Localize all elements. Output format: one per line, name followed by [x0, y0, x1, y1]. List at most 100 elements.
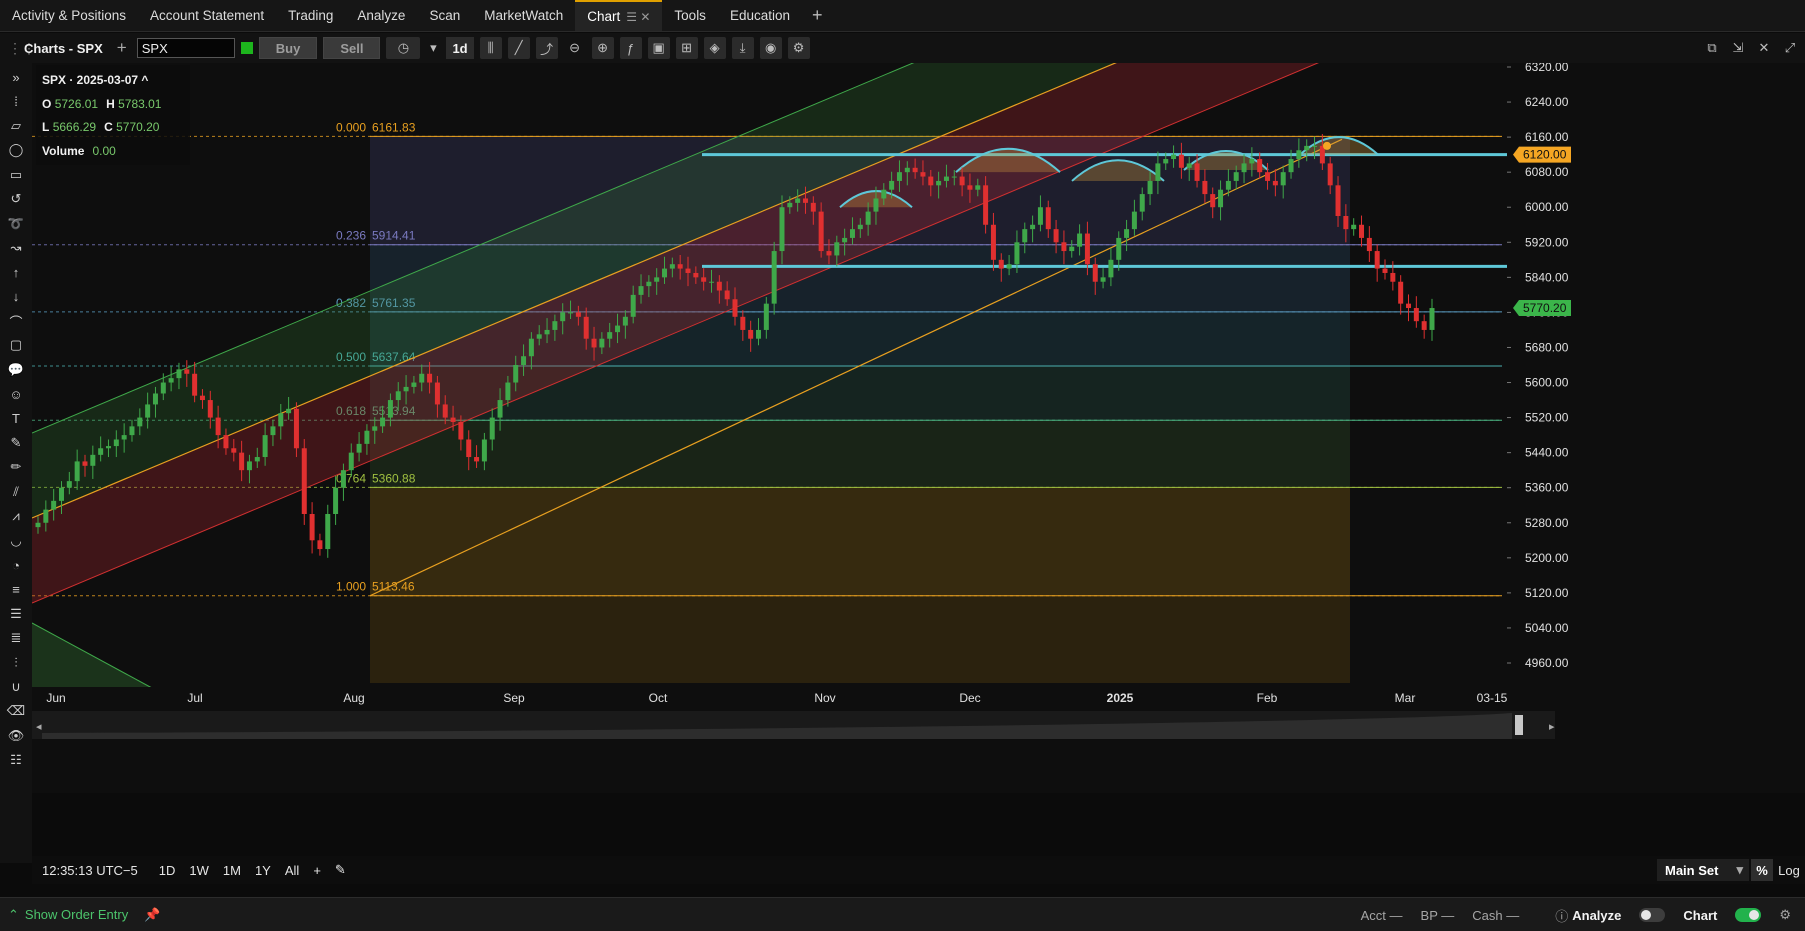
candle-body: [192, 373, 198, 396]
candle-body: [434, 382, 440, 405]
curve-icon[interactable]: ⌒: [3, 309, 29, 333]
expand-tools-icon[interactable]: »: [3, 65, 29, 89]
fib-level-label: 0.236: [336, 229, 366, 243]
clock-icon[interactable]: ◷: [386, 37, 421, 59]
candle-body: [810, 202, 816, 212]
candle-body: [1390, 272, 1396, 282]
tab-analyze[interactable]: Analyze: [345, 0, 417, 31]
price-tick-label: 4960.00: [1525, 656, 1569, 670]
chart-toggle[interactable]: [1735, 908, 1762, 922]
tab-trading[interactable]: Trading: [276, 0, 345, 31]
candle-body: [497, 400, 503, 418]
add-tab-icon[interactable]: +: [802, 0, 833, 31]
emoji-icon[interactable]: ☺: [3, 382, 29, 406]
main-set-select[interactable]: Main Set ▾: [1657, 859, 1749, 881]
eye-icon[interactable]: 👁: [3, 724, 29, 748]
trendline-icon[interactable]: ╱: [507, 37, 530, 59]
function-icon[interactable]: ƒ: [619, 37, 642, 59]
zoom-out-icon[interactable]: ⊖: [564, 37, 586, 59]
pitchfork-icon[interactable]: ⫽: [3, 480, 29, 504]
edit-range-icon[interactable]: ✎: [330, 862, 351, 878]
settings-icon[interactable]: ⚙: [1779, 907, 1791, 923]
zoom-in-icon[interactable]: ⊕: [591, 37, 614, 59]
studies-icon[interactable]: ⤴: [535, 37, 558, 59]
tab-education[interactable]: Education: [718, 0, 802, 31]
fib-arc-icon[interactable]: ◡: [3, 528, 29, 552]
price-tick-label: 5280.00: [1525, 516, 1569, 530]
add-chart-icon[interactable]: +: [113, 38, 131, 58]
download-icon[interactable]: ⤓: [731, 37, 754, 59]
layers-icon[interactable]: ◈: [703, 37, 726, 59]
arrow-up-icon[interactable]: ↑: [3, 260, 29, 284]
tab-tools[interactable]: Tools: [662, 0, 718, 31]
vertical-line-icon[interactable]: ⁞: [3, 89, 29, 113]
fib-circle-icon[interactable]: ◔: [3, 553, 29, 577]
symbol-input[interactable]: [136, 38, 235, 58]
price-chart[interactable]: 0.0006161.830.2365914.410.3825761.350.50…: [32, 63, 1805, 793]
range-all[interactable]: All: [280, 863, 304, 878]
ohlc-header[interactable]: SPX · 2025-03-07 ^: [42, 69, 148, 93]
candle-body: [1037, 207, 1043, 225]
ellipse-icon[interactable]: ◯: [3, 138, 29, 162]
close-icon[interactable]: ✕: [1753, 37, 1775, 59]
fib-timezone-icon[interactable]: ≣: [3, 626, 29, 650]
comment-icon[interactable]: 💬: [3, 358, 29, 382]
chart-style-icon[interactable]: ⫼: [479, 37, 502, 59]
gann-fan-icon[interactable]: ⩘: [3, 504, 29, 528]
rectangle-icon[interactable]: ▭: [3, 163, 29, 187]
pin-icon[interactable]: 📌: [144, 907, 160, 923]
tab-account-statement[interactable]: Account Statement: [138, 0, 276, 31]
chevron-down-icon[interactable]: ▾: [426, 37, 440, 59]
image-icon[interactable]: ▣: [647, 37, 670, 59]
range-1m[interactable]: 1M: [218, 863, 246, 878]
show-order-entry[interactable]: ⌃ Show Order Entry 📌: [8, 907, 160, 923]
tab-menu-icon[interactable]: ☰ ✕: [626, 10, 650, 24]
arrow-down-icon[interactable]: ↓: [3, 285, 29, 309]
info-icon[interactable]: ⓘ: [1555, 906, 1568, 925]
drag-handle-icon[interactable]: ⋮⋮: [8, 40, 36, 57]
stack-icon[interactable]: ☷: [3, 748, 29, 772]
arc-icon[interactable]: ↺: [3, 187, 29, 211]
candle-body: [239, 452, 245, 471]
lasso-icon[interactable]: ➰: [3, 211, 29, 235]
sell-button[interactable]: Sell: [323, 37, 381, 59]
fib-extension-icon[interactable]: ☰: [3, 602, 29, 626]
analyze-toggle[interactable]: [1639, 908, 1666, 922]
parallelogram-icon[interactable]: ▱: [3, 114, 29, 138]
chart-area[interactable]: 0.0006161.830.2365914.410.3825761.350.50…: [32, 63, 1805, 793]
text-icon[interactable]: T: [3, 406, 29, 430]
tab-marketwatch[interactable]: MarketWatch: [472, 0, 575, 31]
buy-button[interactable]: Buy: [258, 37, 318, 59]
candle-body: [411, 382, 417, 387]
collapse-icon[interactable]: ⇲: [1727, 37, 1749, 59]
add-range-icon[interactable]: +: [308, 863, 326, 878]
maximize-icon[interactable]: ⤢: [1779, 37, 1801, 59]
tab-activity-positions[interactable]: Activity & Positions: [0, 0, 138, 31]
range-1d[interactable]: 1D: [154, 863, 181, 878]
main-tab-bar: Activity & Positions Account Statement Tra…: [0, 0, 1805, 32]
camera-icon[interactable]: ◉: [759, 37, 782, 59]
pencil-icon[interactable]: ✏: [3, 455, 29, 479]
path-icon[interactable]: ↝: [3, 236, 29, 260]
candle-body: [724, 290, 730, 300]
percent-button[interactable]: %: [1751, 859, 1773, 881]
layout-icon[interactable]: ⊞: [675, 37, 698, 59]
link-color-icon[interactable]: [240, 42, 253, 54]
settings-icon[interactable]: ⚙: [787, 37, 810, 59]
log-button[interactable]: Log: [1775, 859, 1803, 881]
range-1y[interactable]: 1Y: [250, 863, 276, 878]
candle-body: [1171, 154, 1177, 160]
drawing-tools: » ⁞ ▱ ◯ ▭ ↺ ➰ ↝ ↑ ↓ ⌒ ▢ 💬 ☺ T ✎ ✏ ⫽ ⩘ ◡ …: [0, 63, 32, 863]
measure-icon[interactable]: ⫶: [3, 650, 29, 674]
highlighter-icon[interactable]: ✎: [3, 431, 29, 455]
magnet-icon[interactable]: ∪: [3, 675, 29, 699]
tab-scan[interactable]: Scan: [417, 0, 472, 31]
range-1w[interactable]: 1W: [184, 863, 214, 878]
callout-icon[interactable]: ▢: [3, 333, 29, 357]
interval-button[interactable]: 1d: [446, 37, 474, 59]
popout-icon[interactable]: ⧉: [1701, 37, 1723, 59]
fib-retracement-icon[interactable]: ≡: [3, 577, 29, 601]
candle-body: [795, 198, 801, 203]
eraser-icon[interactable]: ⌫: [3, 699, 29, 723]
tab-chart[interactable]: Chart ☰ ✕: [575, 0, 663, 31]
